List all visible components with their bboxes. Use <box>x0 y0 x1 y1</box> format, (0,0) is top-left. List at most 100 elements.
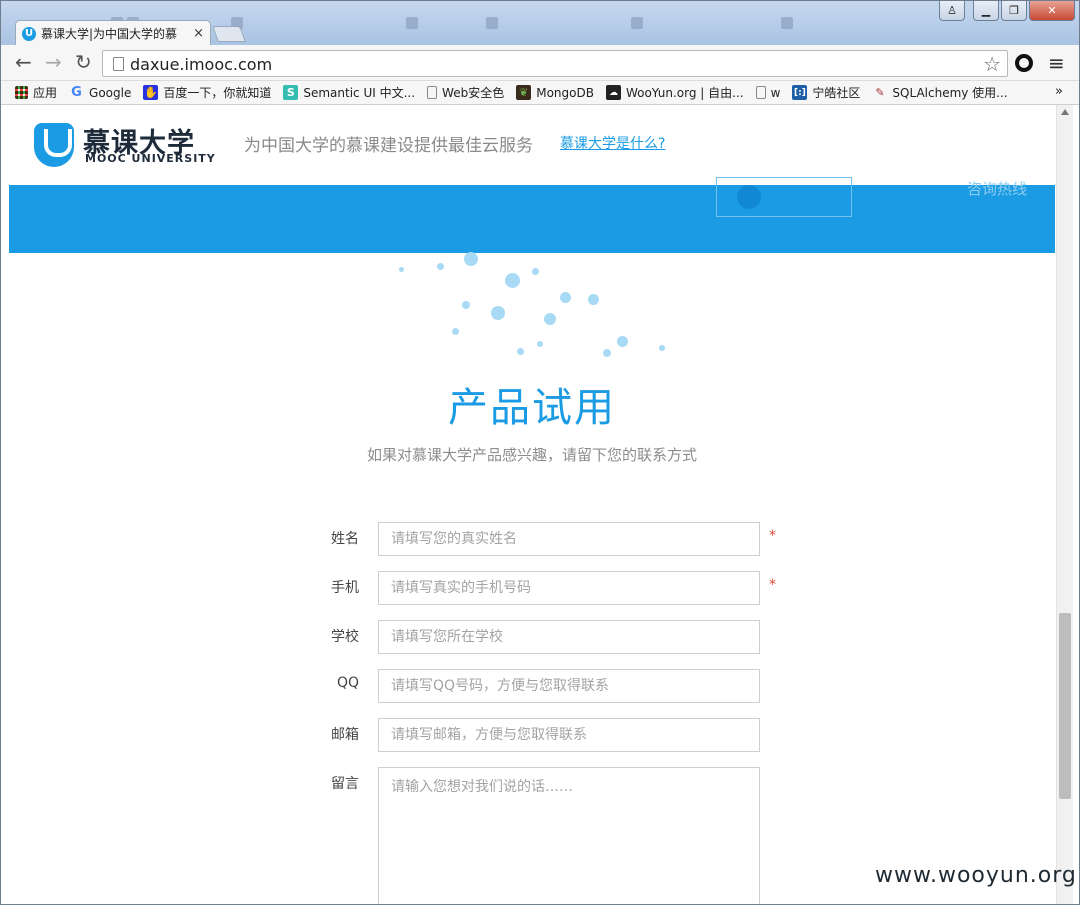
required-mark: * <box>769 577 776 593</box>
decor-bubble <box>659 345 665 351</box>
consult-chat-icon[interactable] <box>737 185 761 209</box>
phone-input[interactable] <box>378 571 760 605</box>
trial-title: 产品试用 <box>448 385 616 431</box>
address-bar[interactable]: daxue.imooc.com ☆ <box>102 50 1008 77</box>
decor-bubble <box>437 263 444 270</box>
tab-close-icon[interactable]: × <box>193 26 204 41</box>
background-window-ghost <box>406 13 418 33</box>
page-icon <box>427 86 438 99</box>
decor-bubble <box>399 267 404 272</box>
semantic-s-icon: S <box>283 85 299 100</box>
decor-bubble <box>603 349 611 357</box>
background-window-ghost <box>486 13 498 33</box>
bookmark-label: w <box>770 85 781 100</box>
message-label: 留言 <box>331 776 359 792</box>
browser-toolbar: ← → ↻ daxue.imooc.com ☆ ≡ <box>1 45 1079 81</box>
background-window-ghost <box>631 13 643 33</box>
qq-input[interactable] <box>378 669 760 703</box>
web-page: 慕课大学 MOOC UNIVERSITY 为中国大学的慕课建设提供最佳云服务 慕… <box>9 105 1055 904</box>
bookmark-sqlalchemy[interactable]: ✎ SQLAlchemy 使用... <box>872 84 1007 101</box>
bookmark-label: SQLAlchemy 使用... <box>892 86 1008 100</box>
header-band <box>9 185 1055 253</box>
site-favicon-icon: U <box>22 26 36 41</box>
decor-bubble <box>544 313 556 325</box>
wooyun-icon: ☁ <box>605 85 621 100</box>
page-viewport: 慕课大学 MOOC UNIVERSITY 为中国大学的慕课建设提供最佳云服务 慕… <box>1 105 1079 904</box>
decor-bubble <box>491 306 505 320</box>
page-scrollbar[interactable] <box>1056 105 1073 904</box>
user-profile-button[interactable]: ♙ <box>939 1 965 21</box>
decor-bubble <box>537 341 543 347</box>
page-icon <box>755 86 766 99</box>
close-window-button[interactable]: ✕ <box>1029 1 1075 21</box>
bookmark-label: Google <box>89 85 132 100</box>
bookmark-label: WooYun.org | 自由... <box>625 86 744 100</box>
email-label: 邮箱 <box>331 727 359 743</box>
decor-bubble <box>505 273 520 288</box>
back-button[interactable]: ← <box>15 52 32 72</box>
bookmark-label: 百度一下，你就知道 <box>163 86 272 100</box>
decor-bubble <box>588 294 599 305</box>
browser-tab[interactable]: U 慕课大学|为中国大学的慕 × <box>15 20 211 46</box>
name-label: 姓名 <box>331 531 359 547</box>
maximize-button[interactable]: ❐ <box>1001 1 1027 21</box>
page-icon <box>113 57 124 71</box>
bookmark-label: 应用 <box>33 86 58 100</box>
bookmark-baidu[interactable]: ✋ 百度一下，你就知道 <box>143 84 271 101</box>
mongodb-leaf-icon: ❦ <box>516 85 532 100</box>
bookmark-label: MongoDB <box>536 85 594 100</box>
bookmark-label: Semantic UI 中文... <box>303 86 416 100</box>
school-input[interactable] <box>378 620 760 654</box>
minimize-button[interactable]: ▁ <box>973 1 999 21</box>
name-input[interactable] <box>378 522 760 556</box>
mooc-logo-icon[interactable] <box>34 123 74 167</box>
ninghao-icon: [:] <box>792 85 808 100</box>
bookmark-google[interactable]: G Google <box>69 85 131 100</box>
window-controls: ♙ ▁ ❐ ✕ <box>939 1 1075 21</box>
email-input[interactable] <box>378 718 760 752</box>
trial-subtitle: 如果对慕课大学产品感兴趣，请留下您的联系方式 <box>366 446 697 464</box>
url-text[interactable]: daxue.imooc.com <box>130 55 272 74</box>
bookmark-mongodb[interactable]: ❦ MongoDB <box>516 85 594 100</box>
decor-bubble <box>560 292 571 303</box>
bookmark-wooyun[interactable]: ☁ WooYun.org | 自由... <box>605 84 744 101</box>
baidu-paw-icon: ✋ <box>143 85 159 100</box>
scrollbar-thumb[interactable] <box>1059 613 1071 799</box>
bookmarks-overflow-button[interactable]: » <box>1055 84 1063 99</box>
bookmark-apps[interactable]: 应用 <box>15 84 57 101</box>
reload-button[interactable]: ↻ <box>75 52 92 72</box>
what-is-mooc-link[interactable]: 慕课大学是什么? <box>560 133 665 153</box>
scroll-up-arrow-icon[interactable] <box>1061 109 1069 115</box>
bookmark-web-safe-colors[interactable]: Web安全色 <box>427 84 504 101</box>
bookmark-label: Web安全色 <box>442 86 505 100</box>
bookmark-label: 宁皓社区 <box>812 86 861 100</box>
tab-title: 慕课大学|为中国大学的慕 <box>41 27 178 41</box>
decor-bubble <box>464 252 478 266</box>
apps-grid-icon <box>15 86 28 99</box>
browser-window: U 慕课大学|为中国大学的慕 × ♙ ▁ ❐ ✕ ← → ↻ daxue.imo… <box>0 0 1080 905</box>
bookmark-semantic-ui[interactable]: S Semantic UI 中文... <box>283 84 415 101</box>
decor-bubble <box>452 328 459 335</box>
site-slogan: 为中国大学的慕课建设提供最佳云服务 <box>244 136 533 156</box>
tab-strip: U 慕课大学|为中国大学的慕 × ♙ ▁ ❐ ✕ <box>1 1 1079 46</box>
chrome-menu-icon[interactable]: ≡ <box>1048 51 1065 75</box>
qq-label: QQ <box>336 675 359 691</box>
background-window-ghost <box>781 13 793 33</box>
forward-button[interactable]: → <box>45 52 62 72</box>
decor-bubble <box>517 348 524 355</box>
extension-ring-icon[interactable] <box>1015 54 1033 72</box>
required-mark: * <box>769 528 776 544</box>
decor-bubble <box>462 301 470 309</box>
bookmark-w[interactable]: w <box>755 85 781 100</box>
watermark: www.wooyun.org <box>875 863 1077 888</box>
bookmark-star-icon[interactable]: ☆ <box>983 52 1001 76</box>
hotline-label: 咨询热线 <box>967 180 1028 198</box>
decor-bubble <box>532 268 539 275</box>
new-tab-button[interactable] <box>212 26 246 42</box>
school-label: 学校 <box>331 629 359 645</box>
message-textarea[interactable] <box>378 767 760 904</box>
bookmark-ninghao[interactable]: [:] 宁皓社区 <box>792 84 860 101</box>
decor-bubble <box>617 336 628 347</box>
bookmarks-bar: 应用 G Google ✋ 百度一下，你就知道 S Semantic UI 中文… <box>1 81 1079 105</box>
sqlalchemy-icon: ✎ <box>875 86 885 99</box>
